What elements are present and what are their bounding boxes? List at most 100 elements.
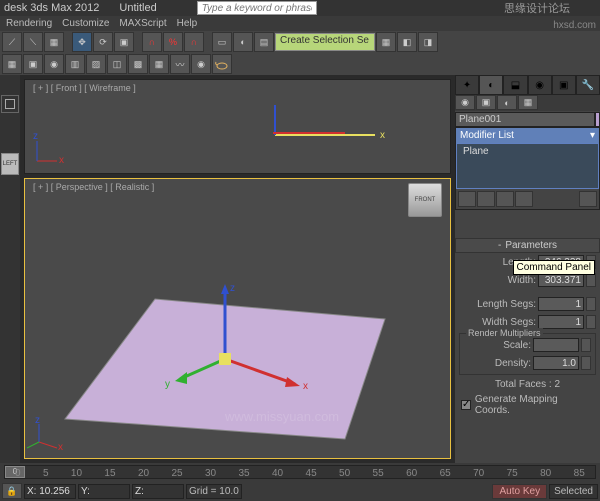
lsegs-spinner[interactable] xyxy=(586,297,596,311)
viewport-layout-icon[interactable] xyxy=(1,95,19,113)
object-name-input[interactable] xyxy=(455,112,595,127)
menu-maxscript[interactable]: MAXScript xyxy=(119,18,166,29)
axis-gizmo-front: x z xyxy=(33,135,63,165)
total-faces-label: Total Faces : 2 xyxy=(455,377,600,392)
rb-curve[interactable]: 〰 xyxy=(170,54,190,74)
bind-icon[interactable]: ▦ xyxy=(44,32,64,52)
render-mult-label: Render Multipliers xyxy=(466,328,543,338)
autokey-button[interactable]: Auto Key xyxy=(492,484,547,499)
status-lock-icon[interactable]: 🔒 xyxy=(2,483,22,499)
modifier-list-dropdown[interactable]: Modifier List▾ xyxy=(456,128,599,143)
select-move-icon[interactable]: ✥ xyxy=(72,32,92,52)
viewport-front[interactable]: [ + ] [ Front ] [ Wireframe ] x x z xyxy=(24,79,451,174)
link-icon[interactable]: ⟋ xyxy=(2,32,22,52)
pin-stack-icon[interactable] xyxy=(458,191,476,207)
chevron-down-icon: ▾ xyxy=(590,130,595,141)
create-tab-icon[interactable]: ✦ xyxy=(455,75,479,95)
snap-percent-icon[interactable]: % xyxy=(163,32,183,52)
rb-3[interactable]: ◉ xyxy=(44,54,64,74)
menu-help[interactable]: Help xyxy=(177,18,198,29)
svg-text:x: x xyxy=(303,381,308,392)
motion-tab-icon[interactable]: ◉ xyxy=(528,75,552,95)
left-panel: LEFT xyxy=(0,75,20,463)
coord-x[interactable]: X: 10.256 xyxy=(24,484,76,499)
timeline-track[interactable]: 0 0510152025303540455055606570758085 xyxy=(4,465,596,479)
rb-7[interactable]: ▩ xyxy=(128,54,148,74)
app-title: desk 3ds Max 2012 xyxy=(4,2,99,14)
status-bar: 🔒 X: 10.256 Y: Z: Grid = 10.0 Auto Key S… xyxy=(0,481,600,501)
select-rotate-icon[interactable]: ⟳ xyxy=(93,32,113,52)
left-viewcube[interactable]: LEFT xyxy=(1,153,19,175)
keymode-dropdown[interactable]: Selected xyxy=(549,484,598,499)
scale-spinner[interactable] xyxy=(581,338,591,352)
snap-spinner-icon[interactable]: ∩ xyxy=(184,32,204,52)
align-icon[interactable]: ▤ xyxy=(254,32,274,52)
doc-title: Untitled xyxy=(119,2,156,14)
viewports: [ + ] [ Front ] [ Wireframe ] x x z [ + … xyxy=(20,75,455,463)
scale-input[interactable] xyxy=(533,338,579,352)
stack-item-plane[interactable]: Plane xyxy=(463,146,489,157)
width-input[interactable] xyxy=(538,273,584,287)
svg-text:z: z xyxy=(33,131,38,142)
menu-bar: Rendering Customize MAXScript Help xyxy=(0,16,600,31)
mirror-icon[interactable]: ◐ xyxy=(233,32,253,52)
watermark-url: hxsd.com xyxy=(553,20,596,31)
viewport-perspective[interactable]: [ + ] [ Perspective ] [ Realistic ] FRON… xyxy=(24,178,451,459)
svg-text:x: x xyxy=(58,442,63,453)
ribbon-icon-2[interactable]: ◧ xyxy=(397,32,417,52)
ribbon-icon-1[interactable]: ▦ xyxy=(376,32,396,52)
wsegs-spinner[interactable] xyxy=(586,315,596,329)
rb-teapot-icon[interactable] xyxy=(212,54,232,74)
modify-tab-icon[interactable]: ◐ xyxy=(479,75,503,95)
sub-tab-2[interactable]: ▣ xyxy=(476,95,496,110)
coord-y[interactable]: Y: xyxy=(78,484,130,499)
remove-mod-icon[interactable] xyxy=(515,191,533,207)
watermark-center: www.missyuan.com xyxy=(225,409,339,424)
tooltip: Command Panel xyxy=(513,260,595,275)
unique-icon[interactable] xyxy=(496,191,514,207)
timeline[interactable]: 0 0510152025303540455055606570758085 xyxy=(0,463,600,481)
axis-x-label: x xyxy=(380,130,385,141)
rb-2[interactable]: ▣ xyxy=(23,54,43,74)
rb-render[interactable]: ◉ xyxy=(191,54,211,74)
display-tab-icon[interactable]: ▣ xyxy=(552,75,576,95)
select-scale-icon[interactable]: ▣ xyxy=(114,32,134,52)
sub-tab-4[interactable]: ▦ xyxy=(518,95,538,110)
modifier-stack[interactable]: Plane xyxy=(456,143,599,189)
rb-1[interactable]: ▦ xyxy=(2,54,22,74)
svg-text:y: y xyxy=(165,379,170,390)
scale-label: Scale: xyxy=(464,340,531,351)
show-end-icon[interactable] xyxy=(477,191,495,207)
rb-6[interactable]: ◫ xyxy=(107,54,127,74)
named-sel-icon[interactable]: ▭ xyxy=(212,32,232,52)
help-search-input[interactable] xyxy=(197,1,317,15)
object-color-swatch[interactable] xyxy=(595,112,600,127)
ribbon-icon-3[interactable]: ◨ xyxy=(418,32,438,52)
lsegs-input[interactable] xyxy=(538,297,584,311)
rollout-header[interactable]: -Parameters xyxy=(455,238,600,253)
watermark-text: 思缘设计论坛 xyxy=(504,0,570,16)
lsegs-label: Length Segs: xyxy=(459,299,536,310)
wsegs-input[interactable] xyxy=(538,315,584,329)
width-spinner[interactable] xyxy=(586,273,596,287)
selection-set-dropdown[interactable]: Create Selection Se xyxy=(275,33,375,51)
menu-rendering[interactable]: Rendering xyxy=(6,18,52,29)
rb-4[interactable]: ▥ xyxy=(65,54,85,74)
menu-customize[interactable]: Customize xyxy=(62,18,109,29)
density-spinner[interactable] xyxy=(581,356,591,370)
wsegs-label: Width Segs: xyxy=(459,317,536,328)
gen-coords-checkbox[interactable] xyxy=(461,400,471,410)
sub-tab-3[interactable]: ◐ xyxy=(497,95,517,110)
hierarchy-tab-icon[interactable]: ⬓ xyxy=(503,75,527,95)
viewport-front-label[interactable]: [ + ] [ Front ] [ Wireframe ] xyxy=(33,83,136,93)
unlink-icon[interactable]: ⟍ xyxy=(23,32,43,52)
rb-5[interactable]: ▨ xyxy=(86,54,106,74)
configure-icon[interactable] xyxy=(579,191,597,207)
coord-z[interactable]: Z: xyxy=(132,484,184,499)
sub-tab-1[interactable]: ◉ xyxy=(455,95,475,110)
density-input[interactable] xyxy=(533,356,579,370)
utilities-tab-icon[interactable]: 🔧 xyxy=(576,75,600,95)
main-toolbar: ⟋ ⟍ ▦ ✥ ⟳ ▣ ∩ % ∩ ▭ ◐ ▤ Create Selection… xyxy=(0,31,600,53)
snap-angle-icon[interactable]: ∩ xyxy=(142,32,162,52)
rb-8[interactable]: ▦ xyxy=(149,54,169,74)
